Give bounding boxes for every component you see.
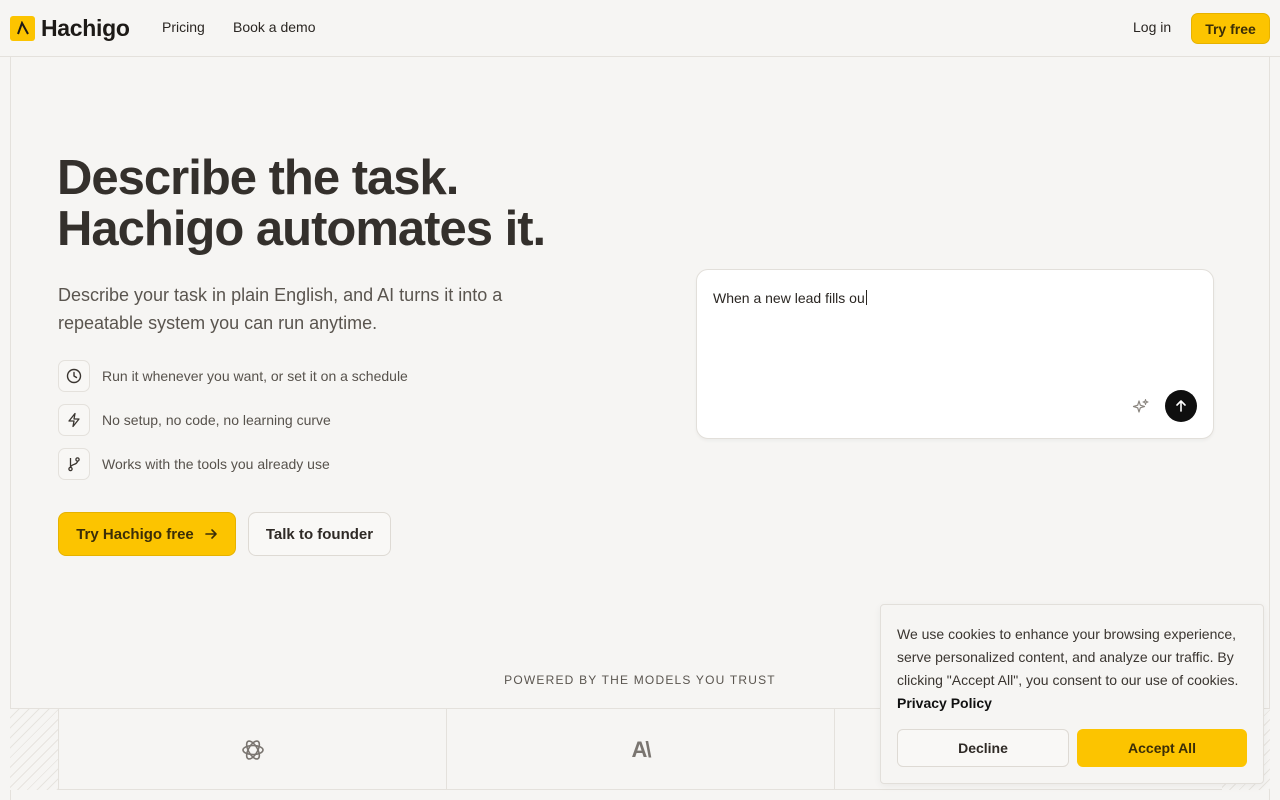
cta-primary-label: Try Hachigo free (76, 525, 194, 543)
login-link[interactable]: Log in (1133, 19, 1171, 35)
feature-text: Run it whenever you want, or set it on a… (102, 368, 408, 384)
hatch-decoration (10, 709, 58, 790)
try-free-button[interactable]: Try free (1191, 13, 1270, 44)
feature-item: No setup, no code, no learning curve (58, 404, 331, 436)
frame-line-right (1269, 57, 1270, 800)
arrow-right-icon (204, 527, 218, 541)
decline-button[interactable]: Decline (897, 729, 1069, 767)
nav-book-demo[interactable]: Book a demo (233, 19, 316, 35)
nav-pricing[interactable]: Pricing (162, 19, 205, 35)
openai-logo-icon (240, 737, 266, 763)
hero-title-line2: Hachigo automates it. (57, 202, 546, 256)
send-button[interactable] (1165, 390, 1197, 422)
hachigo-logo-icon (10, 15, 35, 41)
task-prompt-input[interactable]: When a new lead fills ou (713, 290, 867, 306)
hero-title-line1: Describe the task. (57, 151, 459, 205)
clock-icon (58, 360, 90, 392)
arrow-up-icon (1174, 399, 1188, 413)
cookie-banner: We use cookies to enhance your browsing … (880, 604, 1264, 784)
cookie-text: We use cookies to enhance your browsing … (897, 623, 1253, 715)
task-prompt-box[interactable]: When a new lead fills ou (696, 269, 1214, 439)
cookie-message: We use cookies to enhance your browsing … (897, 626, 1239, 688)
task-prompt-value: When a new lead fills ou (713, 290, 865, 306)
brand-logo[interactable]: Hachigo (10, 15, 130, 41)
feature-item: Run it whenever you want, or set it on a… (58, 360, 408, 392)
feature-item: Works with the tools you already use (58, 448, 330, 480)
feature-text: No setup, no code, no learning curve (102, 412, 331, 428)
lightning-icon (58, 404, 90, 436)
talk-to-founder-button[interactable]: Talk to founder (248, 512, 391, 556)
try-hachigo-free-button[interactable]: Try Hachigo free (58, 512, 236, 556)
model-cell-anthropic: A\ (446, 709, 834, 790)
top-navbar: Hachigo Pricing Book a demo Log in Try f… (0, 0, 1280, 57)
privacy-policy-link[interactable]: Privacy Policy (897, 695, 992, 711)
model-cell-openai (58, 709, 446, 790)
feature-text: Works with the tools you already use (102, 456, 330, 472)
anthropic-logo-icon: A\ (631, 736, 652, 762)
hero-subtitle: Describe your task in plain English, and… (58, 285, 503, 333)
accept-all-button[interactable]: Accept All (1077, 729, 1247, 767)
sparkle-icon[interactable] (1131, 397, 1151, 417)
text-caret (865, 290, 867, 305)
git-branch-icon (58, 448, 90, 480)
brand-name: Hachigo (41, 14, 130, 41)
frame-line-left (10, 57, 11, 800)
hero-title: Describe the task. Hachigo automates it. (57, 153, 657, 255)
